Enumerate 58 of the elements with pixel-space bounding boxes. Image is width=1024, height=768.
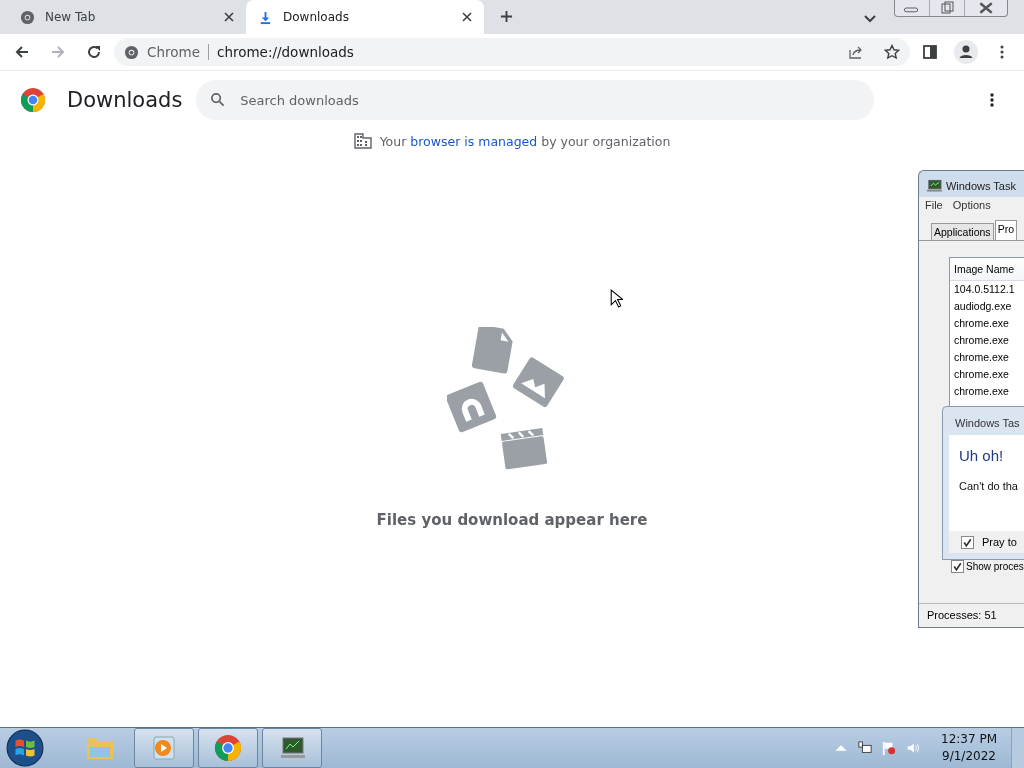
monitor-icon — [278, 735, 306, 761]
process-row[interactable]: audiodg.exe — [950, 298, 1024, 315]
empty-message: Files you download appear here — [376, 511, 648, 529]
menu-item[interactable]: Options — [952, 199, 991, 211]
menu-item[interactable]: File — [925, 199, 943, 211]
network-icon[interactable] — [858, 741, 872, 755]
star-icon[interactable] — [884, 44, 900, 60]
managed-notice: Your browser is managed by your organization — [379, 133, 671, 149]
process-row[interactable]: 104.0.5112.1 — [950, 281, 1024, 298]
window-tab[interactable]: Applications — [931, 223, 994, 240]
chrome-logo-icon — [21, 88, 45, 112]
checkbox-label: Pray to — [982, 536, 1017, 548]
dialog-message: Can't do tha — [959, 480, 1019, 492]
url-text: chrome://downloads — [216, 44, 354, 60]
flag-icon[interactable] — [882, 741, 896, 755]
folder-icon — [86, 735, 114, 761]
process-row[interactable]: chrome.exe — [950, 315, 1024, 332]
process-row[interactable]: chrome.exe — [950, 366, 1024, 383]
download-icon — [258, 9, 273, 25]
chrome-icon — [20, 9, 35, 25]
search-field[interactable]: Search downloads — [196, 80, 875, 120]
managed-link[interactable]: browser is managed — [410, 133, 538, 149]
tab-title: Downloads — [283, 10, 350, 24]
checkbox[interactable] — [961, 535, 974, 549]
share-icon[interactable] — [848, 44, 864, 60]
dialog-heading: Uh oh! — [959, 447, 1005, 464]
checkbox[interactable] — [951, 560, 964, 573]
start-button[interactable] — [6, 729, 44, 767]
window-tab[interactable]: Pro — [994, 220, 1017, 240]
chrome-logo-icon — [214, 735, 242, 761]
mouse-cursor-icon — [610, 289, 623, 308]
taskbar-button[interactable] — [198, 728, 258, 768]
checkbox-label: Show proces — [966, 561, 1024, 572]
close-icon[interactable] — [224, 12, 234, 22]
building-icon — [353, 133, 372, 149]
close-icon[interactable] — [462, 12, 472, 22]
browser-tab[interactable]: Downloads — [246, 0, 484, 34]
clock-date: 9/1/2022 — [942, 748, 996, 765]
monitor-icon — [927, 179, 942, 193]
search-icon — [210, 92, 226, 107]
site-label: Chrome — [147, 44, 200, 60]
status-text: Processes: 51 — [927, 609, 997, 621]
taskbar-button[interactable] — [134, 728, 194, 768]
address-bar[interactable]: Chrome chrome://downloads — [114, 38, 910, 66]
process-row[interactable]: chrome.exe — [950, 349, 1024, 366]
chevron-down-icon[interactable] — [864, 15, 876, 23]
process-row[interactable]: chrome.exe — [950, 332, 1024, 349]
taskbar-button[interactable] — [262, 728, 322, 768]
play-icon — [150, 735, 178, 761]
chrome-icon — [124, 44, 139, 60]
tab-title: New Tab — [45, 10, 97, 24]
process-row[interactable]: chrome.exe — [950, 383, 1024, 400]
browser-tab[interactable]: New Tab — [8, 0, 246, 34]
page-title: Downloads — [67, 88, 183, 112]
clock-time: 12:37 PM — [941, 731, 997, 748]
new-tab-icon[interactable] — [500, 10, 513, 23]
window-title: Windows Task — [945, 180, 1016, 192]
dialog-title: Windows Tas — [954, 416, 1021, 431]
